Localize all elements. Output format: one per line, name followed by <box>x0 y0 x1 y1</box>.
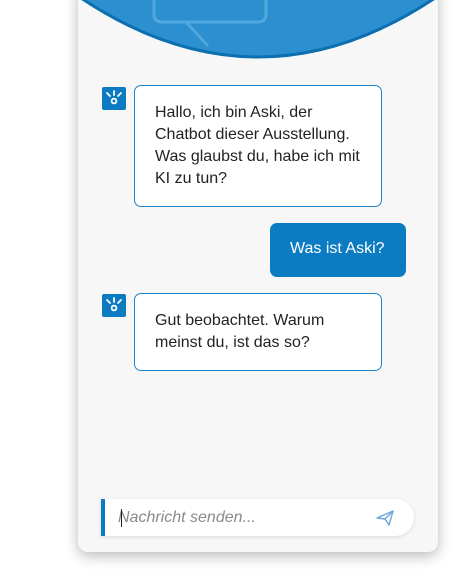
bot-message-text: Gut beobachtet. Warum meinst du, ist das… <box>155 312 325 351</box>
bot-avatar-icon <box>102 294 126 317</box>
user-message: Was ist Aski? <box>270 223 406 277</box>
text-caret <box>121 509 122 527</box>
paper-plane-icon <box>376 510 394 526</box>
user-message-text: Was ist Aski? <box>290 240 385 257</box>
chat-window: Hallo, ich bin Aski, der Chatbot dieser … <box>78 0 438 552</box>
message-input[interactable] <box>116 499 368 536</box>
chat-header <box>81 0 435 59</box>
message-input-bar <box>101 499 414 536</box>
bot-message: Gut beobachtet. Warum meinst du, ist das… <box>134 293 382 371</box>
bot-message-text: Hallo, ich bin Aski, der Chatbot dieser … <box>155 104 360 187</box>
send-button[interactable] <box>375 508 395 528</box>
input-accent-bar <box>101 499 105 536</box>
bot-avatar-icon <box>102 87 126 110</box>
bot-message: Hallo, ich bin Aski, der Chatbot dieser … <box>134 85 382 207</box>
